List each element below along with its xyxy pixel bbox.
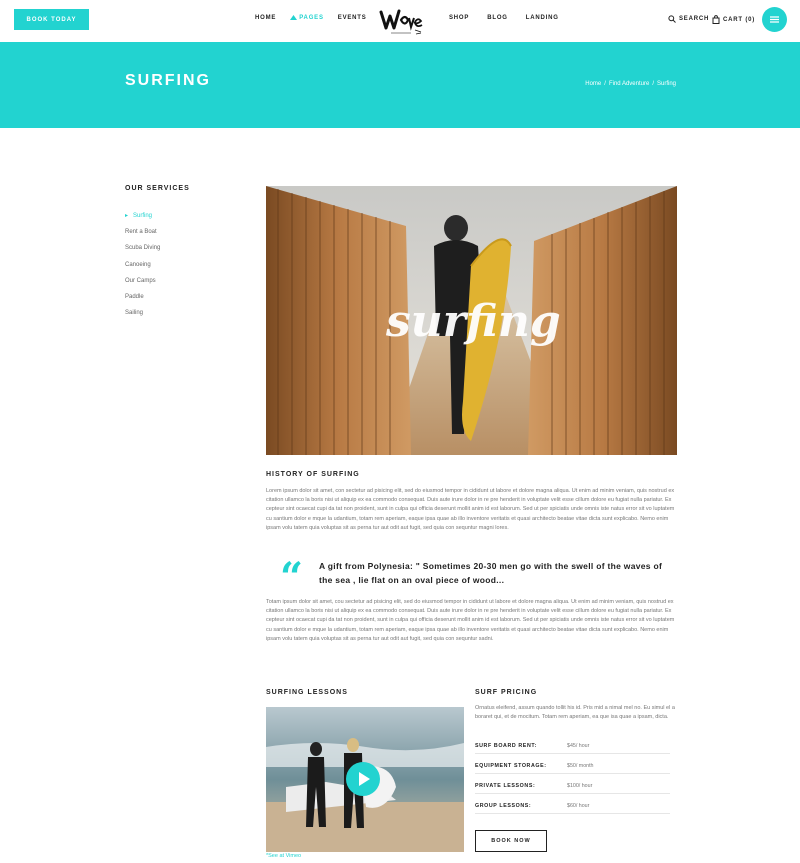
cart-label: CART (0) bbox=[723, 16, 756, 23]
page-title-band: SURFING Home / Find Adventure / Surfing bbox=[0, 42, 800, 128]
site-header: BOOK TODAY HOME PAGES EVENTS SHOP BLOG L… bbox=[0, 0, 800, 42]
service-item-scuba-diving[interactable]: Scuba Diving bbox=[125, 244, 160, 260]
search-button[interactable]: SEARCH bbox=[668, 15, 709, 23]
breadcrumb-home[interactable]: Home bbox=[585, 81, 601, 87]
pricing-title: SURF PRICING bbox=[475, 689, 538, 696]
book-now-button[interactable]: BOOK NOW bbox=[475, 830, 547, 852]
service-item-surfing[interactable]: ▸ Surfing bbox=[125, 212, 160, 228]
breadcrumb: Home / Find Adventure / Surfing bbox=[585, 81, 676, 87]
quote-icon: “ bbox=[280, 554, 304, 601]
search-icon bbox=[668, 15, 676, 23]
services-list: ▸ Surfing Rent a Boat Scuba Diving Canoei… bbox=[125, 212, 160, 325]
nav-landing[interactable]: LANDING bbox=[526, 15, 559, 21]
cart-button[interactable]: CART (0) bbox=[712, 15, 755, 24]
nav-shop[interactable]: SHOP bbox=[449, 15, 469, 21]
vimeo-link[interactable]: *See at Vimeo bbox=[266, 853, 301, 859]
service-item-sailing[interactable]: Sailing bbox=[125, 309, 160, 325]
price-row: EQUIPMENT STORAGE: $50/ month bbox=[475, 763, 670, 774]
service-item-label: Surfing bbox=[133, 213, 153, 219]
book-today-button[interactable]: BOOK TODAY bbox=[14, 9, 89, 30]
menu-icon bbox=[770, 16, 779, 23]
search-label: SEARCH bbox=[679, 16, 710, 22]
price-row: PRIVATE LESSONS: $100/ hour bbox=[475, 783, 670, 794]
video-thumbnail bbox=[266, 707, 464, 852]
active-bullet-icon: ▸ bbox=[125, 213, 129, 219]
nav-home[interactable]: HOME bbox=[255, 15, 276, 21]
price-value: $100/ hour bbox=[567, 783, 593, 789]
nav-blog[interactable]: BLOG bbox=[487, 15, 508, 21]
pages-icon bbox=[290, 15, 298, 20]
main-nav-left: HOME PAGES EVENTS bbox=[255, 15, 367, 21]
cart-icon bbox=[712, 15, 720, 24]
price-label: PRIVATE LESSONS: bbox=[475, 783, 536, 789]
hero-image: surfing bbox=[266, 186, 677, 455]
breadcrumb-current: Surfing bbox=[656, 81, 676, 87]
menu-toggle-button[interactable] bbox=[762, 7, 787, 32]
lessons-video[interactable] bbox=[266, 707, 464, 852]
pricing-intro: Ornatus eleifend, assum quando tollit hi… bbox=[475, 705, 675, 721]
nav-events[interactable]: EVENTS bbox=[338, 15, 367, 21]
pull-quote: A gift from Polynesia: " Sometimes 20-30… bbox=[319, 561, 663, 585]
breadcrumb-find-adventure[interactable]: Find Adventure bbox=[609, 81, 649, 87]
price-row: SURF BOARD RENT: $45/ hour bbox=[475, 743, 670, 754]
service-item-paddle[interactable]: Paddle bbox=[125, 293, 160, 309]
breadcrumb-separator: / bbox=[652, 81, 654, 87]
service-item-rent-a-boat[interactable]: Rent a Boat bbox=[125, 228, 160, 244]
history-paragraph-1: Lorem ipsum dolor sit amet, con sectetur… bbox=[266, 488, 675, 531]
nav-pages-label: PAGES bbox=[299, 15, 324, 21]
hero-overlay-text: surfing bbox=[385, 296, 561, 347]
breadcrumb-separator: / bbox=[604, 81, 606, 87]
service-item-our-camps[interactable]: Our Camps bbox=[125, 277, 160, 293]
price-row: GROUP LESSONS: $60/ hour bbox=[475, 803, 670, 814]
main-nav-right: SHOP BLOG LANDING bbox=[449, 15, 559, 21]
history-paragraph-2: Totam ipsum dolor sit amet, cou sectetur… bbox=[266, 599, 675, 642]
price-label: GROUP LESSONS: bbox=[475, 803, 532, 809]
price-label: SURF BOARD RENT: bbox=[475, 743, 537, 749]
service-item-canoeing[interactable]: Canoeing bbox=[125, 261, 160, 277]
history-title: HISTORY OF SURFING bbox=[266, 471, 360, 478]
services-title: OUR SERVICES bbox=[125, 185, 190, 192]
page-title: SURFING bbox=[125, 72, 211, 89]
price-label: EQUIPMENT STORAGE: bbox=[475, 763, 547, 769]
hero-photo: surfing bbox=[266, 186, 677, 455]
nav-pages[interactable]: PAGES bbox=[290, 15, 324, 21]
price-value: $45/ hour bbox=[567, 743, 590, 749]
price-value: $60/ hour bbox=[567, 803, 590, 809]
site-logo[interactable] bbox=[377, 4, 425, 38]
lessons-title: SURFING LESSONS bbox=[266, 689, 348, 696]
price-value: $50/ month bbox=[567, 763, 594, 769]
